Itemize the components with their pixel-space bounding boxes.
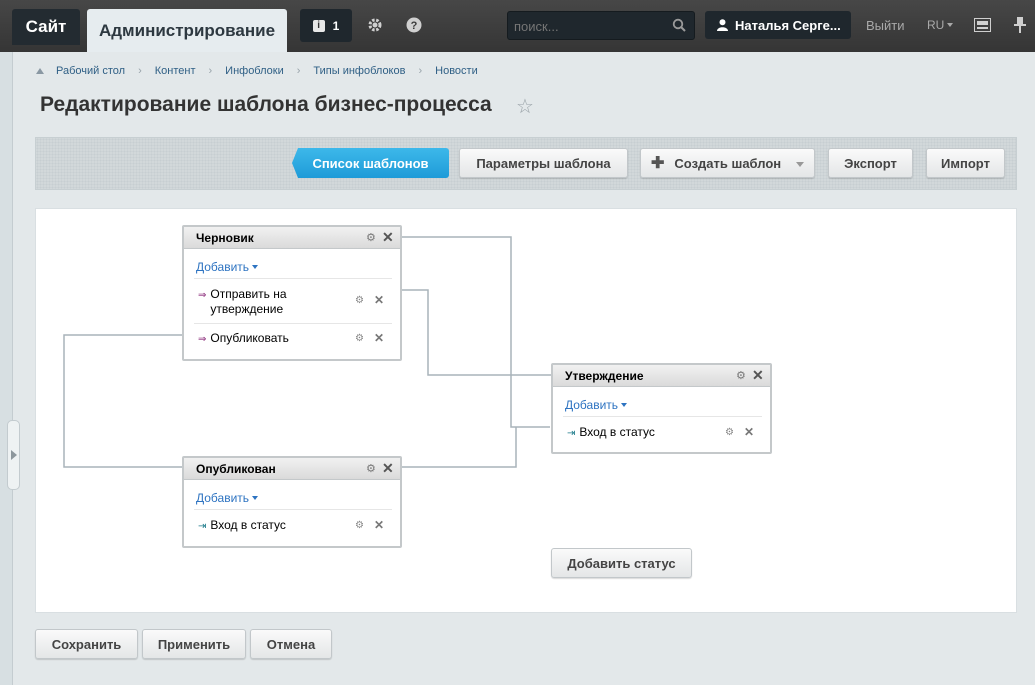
connector-line	[402, 289, 551, 376]
close-icon[interactable]: ✕	[374, 331, 384, 345]
connector-line	[402, 236, 550, 428]
action-label: Опубликовать	[210, 331, 289, 345]
publish-icon: ⇒	[198, 334, 207, 345]
apply-button[interactable]: Применить	[142, 629, 246, 659]
state-published[interactable]: Опубликован ⚙ ✕ Добавить ⇥ Вход в статус…	[182, 456, 402, 548]
send-approval-icon: ⇒	[198, 290, 207, 301]
gear-icon[interactable]: ⚙	[736, 369, 746, 382]
gear-icon[interactable]: ⚙	[355, 333, 364, 344]
chevron-down-icon	[252, 496, 259, 500]
close-icon[interactable]: ✕	[744, 425, 754, 439]
action-item[interactable]: ⇥ Вход в статус	[198, 518, 286, 534]
action-label: Отправить на утверждение	[210, 287, 287, 316]
close-icon[interactable]: ✕	[382, 460, 394, 477]
state-title: Опубликован	[196, 462, 276, 476]
action-label: Вход в статус	[210, 518, 286, 532]
close-icon[interactable]: ✕	[382, 229, 394, 246]
save-button[interactable]: Сохранить	[35, 629, 138, 659]
close-icon[interactable]: ✕	[374, 293, 384, 307]
action-item[interactable]: ⇒ Опубликовать	[198, 331, 289, 347]
gear-icon[interactable]: ⚙	[725, 427, 734, 438]
enter-status-icon: ⇥	[567, 428, 576, 439]
state-header[interactable]: Опубликован ⚙ ✕	[184, 458, 400, 480]
close-icon[interactable]: ✕	[374, 518, 384, 532]
gear-icon[interactable]: ⚙	[366, 231, 376, 244]
action-label: Вход в статус	[579, 425, 655, 439]
close-icon[interactable]: ✕	[752, 367, 764, 384]
connector-lines	[63, 236, 551, 468]
chevron-down-icon	[621, 403, 628, 407]
connector-line	[63, 334, 184, 468]
enter-status-icon: ⇥	[198, 521, 207, 532]
add-action-link[interactable]: Добавить	[196, 260, 259, 274]
gear-icon[interactable]: ⚙	[366, 462, 376, 475]
state-title: Утверждение	[565, 369, 644, 383]
cancel-button[interactable]: Отмена	[250, 629, 332, 659]
add-action-link[interactable]: Добавить	[565, 398, 628, 412]
connector-line	[402, 427, 517, 468]
divider	[194, 323, 392, 324]
state-draft[interactable]: Черновик ⚙ ✕ Добавить ⇒ Отправить на утв…	[182, 225, 402, 361]
state-approval[interactable]: Утверждение ⚙ ✕ Добавить ⇥ Вход в статус…	[551, 363, 772, 454]
state-title: Черновик	[196, 231, 254, 245]
gear-icon[interactable]: ⚙	[355, 295, 364, 306]
gear-icon[interactable]: ⚙	[355, 520, 364, 531]
divider	[563, 416, 762, 417]
action-item[interactable]: ⇥ Вход в статус	[567, 425, 655, 441]
divider	[194, 509, 392, 510]
add-action-label: Добавить	[565, 398, 619, 412]
add-action-label: Добавить	[196, 260, 250, 274]
action-item[interactable]: ⇒ Отправить на утверждение	[198, 287, 308, 317]
state-header[interactable]: Черновик ⚙ ✕	[184, 227, 400, 249]
add-action-link[interactable]: Добавить	[196, 491, 259, 505]
add-action-label: Добавить	[196, 491, 250, 505]
divider	[194, 278, 392, 279]
chevron-down-icon	[252, 265, 259, 269]
state-header[interactable]: Утверждение ⚙ ✕	[553, 365, 770, 387]
add-status-button[interactable]: Добавить статус	[551, 548, 692, 578]
